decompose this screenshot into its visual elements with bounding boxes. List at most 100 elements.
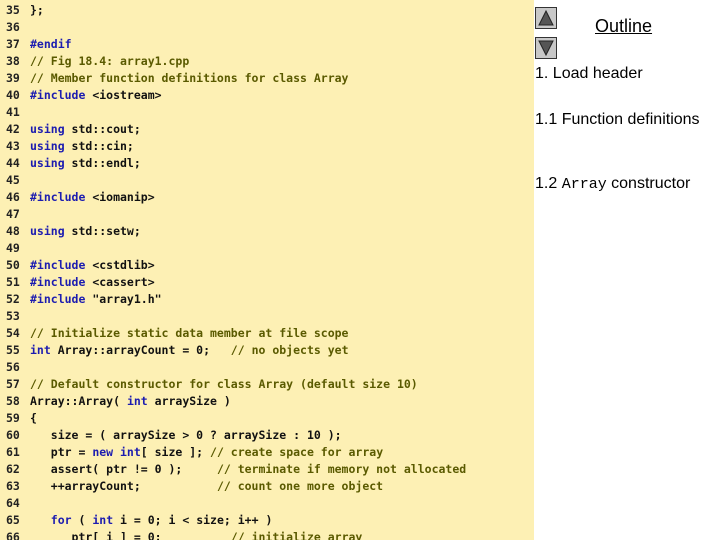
- line-number: 50: [6, 258, 20, 272]
- code-token: // initialize array: [230, 530, 363, 540]
- code-token: <cstdlib>: [92, 258, 155, 272]
- line-number: 45: [6, 173, 20, 187]
- code-token: ++arrayCount;: [30, 479, 217, 493]
- line-number: 66: [6, 530, 20, 540]
- line-number: 55: [6, 343, 20, 357]
- code-line: 45: [6, 172, 466, 189]
- line-number: 39: [6, 71, 20, 85]
- code-token: int: [30, 343, 58, 357]
- code-token: using: [30, 122, 72, 136]
- code-token: #include: [30, 292, 93, 306]
- line-number: 43: [6, 139, 20, 153]
- outline-title[interactable]: Outline: [595, 16, 652, 37]
- code-line: 35};: [6, 2, 466, 19]
- line-number: 59: [6, 411, 20, 425]
- code-token: };: [30, 3, 44, 17]
- code-token: <iostream>: [92, 88, 162, 102]
- line-number: 61: [6, 445, 20, 459]
- line-number: 60: [6, 428, 20, 442]
- code-token: Array::arrayCount = 0;: [57, 343, 231, 357]
- outline-panel: Outline 1. Load header 1.1 Function defi…: [534, 0, 720, 540]
- code-line: 40 #include <iostream>: [6, 87, 466, 104]
- code-token: ptr =: [30, 445, 93, 459]
- code-token: i = 0; i < size; i++ ): [120, 513, 273, 527]
- code-line: 47: [6, 206, 466, 223]
- next-slide-button[interactable]: [535, 37, 557, 59]
- code-token: // no objects yet: [230, 343, 349, 357]
- line-number: 65: [6, 513, 20, 527]
- line-number: 40: [6, 88, 20, 102]
- line-number: 58: [6, 394, 20, 408]
- code-line: 64: [6, 495, 466, 512]
- outline-item-load-header: 1. Load header: [535, 65, 643, 82]
- code-token: new int: [92, 445, 141, 459]
- line-number: 42: [6, 122, 20, 136]
- previous-slide-button[interactable]: [535, 7, 557, 29]
- code-token: // Default constructor for class Array (…: [30, 377, 418, 391]
- code-line: 55 int Array::arrayCount = 0; // no objec…: [6, 342, 466, 359]
- code-line: 53: [6, 308, 466, 325]
- line-number: 35: [6, 3, 20, 17]
- outline-item-prefix: 1.2: [535, 175, 562, 192]
- outline-item-suffix: constructor: [606, 175, 691, 192]
- code-line: 48 using std::setw;: [6, 223, 466, 240]
- code-token: #include: [30, 88, 93, 102]
- code-line: 42 using std::cout;: [6, 121, 466, 138]
- line-number: 51: [6, 275, 20, 289]
- line-number: 46: [6, 190, 20, 204]
- code-line: 66 ptr[ i ] = 0; // initialize array: [6, 529, 466, 540]
- line-number: 41: [6, 105, 20, 119]
- code-token: int: [126, 394, 155, 408]
- code-token: // create space for array: [210, 445, 384, 459]
- code-line: 51 #include <cassert>: [6, 274, 466, 291]
- code-line: 38 // Fig 18.4: array1.cpp: [6, 53, 466, 70]
- line-number: 52: [6, 292, 20, 306]
- code-line: 37 #endif: [6, 36, 466, 53]
- code-listing-panel: 35}; 36 37 #endif 38// Fig 18.4: array1.cpp 3…: [0, 0, 534, 540]
- code-line: 39 // Member function definitions for cla…: [6, 70, 466, 87]
- code-line: 65 for ( int i = 0; i < size; i++ ): [6, 512, 466, 529]
- code-token: <iomanip>: [92, 190, 155, 204]
- code-token: std::endl;: [71, 156, 141, 170]
- code-line: 54 // Initialize static data member at fi…: [6, 325, 466, 342]
- line-number: 49: [6, 241, 20, 255]
- code-token: // Initialize static data member at file…: [30, 326, 349, 340]
- code-token: #include: [30, 275, 93, 289]
- line-number: 36: [6, 20, 20, 34]
- code-line: 57 // Default constructor for class Array…: [6, 376, 466, 393]
- code-token: int: [92, 513, 121, 527]
- code-line: 50 #include <cstdlib>: [6, 257, 466, 274]
- line-number: 37: [6, 37, 20, 51]
- outline-item-function-definitions: 1.1 Function definitions: [535, 111, 700, 128]
- line-number: 56: [6, 360, 20, 374]
- code-line: 56: [6, 359, 466, 376]
- triangle-up-icon: [538, 9, 554, 26]
- line-number: 53: [6, 309, 20, 323]
- code-token: std::cin;: [71, 139, 134, 153]
- code-token: #include: [30, 258, 93, 272]
- code-line: 58 Array::Array( int arraySize ): [6, 393, 466, 410]
- code-line: 43 using std::cin;: [6, 138, 466, 155]
- code-token: [ size ];: [140, 445, 211, 459]
- triangle-down-icon: [538, 40, 554, 57]
- outline-item-code-word: Array: [561, 176, 607, 193]
- code-token: using: [30, 224, 72, 238]
- code-line: 44 using std::endl;: [6, 155, 466, 172]
- code-lines: 35}; 36 37 #endif 38// Fig 18.4: array1.cpp 3…: [6, 2, 466, 540]
- code-token: (: [78, 513, 93, 527]
- code-token: size = ( arraySize > 0 ? arraySize : 10 …: [30, 428, 342, 442]
- code-line: 49: [6, 240, 466, 257]
- code-line: 63 ++arrayCount; // count one more objec…: [6, 478, 466, 495]
- line-number: 47: [6, 207, 20, 221]
- outline-item-array-constructor: 1.2 Array constructor: [535, 174, 719, 194]
- code-token: "array1.h": [92, 292, 162, 306]
- code-token: assert( ptr != 0 );: [30, 462, 217, 476]
- code-token: <cassert>: [92, 275, 155, 289]
- line-number: 57: [6, 377, 20, 391]
- code-token: ptr[ i ] = 0;: [30, 530, 231, 540]
- code-line: 61 ptr = new int[ size ]; // create spac…: [6, 444, 466, 461]
- code-token: for: [50, 513, 79, 527]
- code-line: 52 #include "array1.h": [6, 291, 466, 308]
- code-token: #endif: [30, 37, 72, 51]
